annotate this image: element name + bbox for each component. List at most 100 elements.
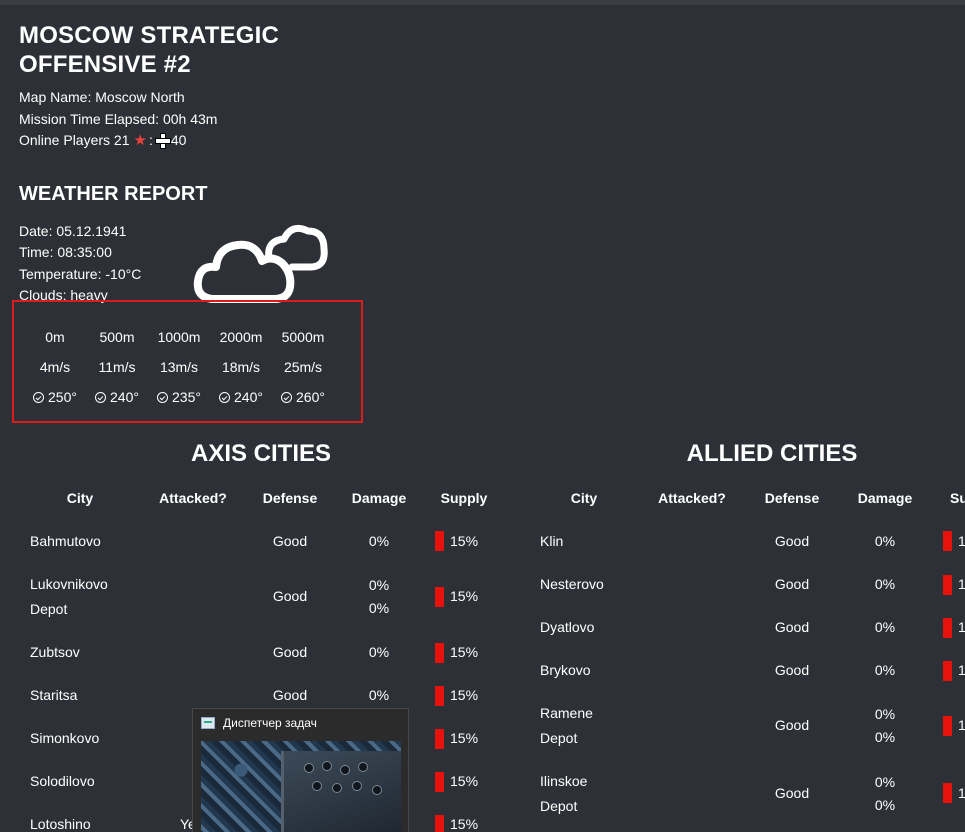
axis-defense: Good [272, 687, 308, 703]
axis-supply-bar [435, 643, 444, 663]
taskbar-preview-label: Диспетчер задач [223, 716, 317, 730]
weather-report-heading: WEATHER REPORT [19, 183, 208, 205]
allied-supply: 1 [958, 717, 965, 733]
axis-supply-bar [435, 815, 444, 832]
allied-col-damage: Damage [857, 490, 913, 506]
axis-col-damage: Damage [351, 490, 407, 506]
allied-col-supply: Su [950, 490, 965, 506]
allied-city-sub: Depot [540, 798, 578, 814]
allied-damage: 0% [874, 706, 896, 722]
wind-direction: 260° [272, 389, 334, 405]
allied-damage: 0% [874, 576, 896, 592]
wind-directions-row: 250° 240° 235° 240° 260° [24, 389, 344, 405]
allied-defense: Good [774, 662, 810, 678]
wind-direction: 240° [86, 389, 148, 405]
axis-col-city: City [66, 490, 94, 506]
allied-damage: 0% [874, 619, 896, 635]
wind-speed: 4m/s [39, 359, 71, 375]
wind-altitude: 500m [99, 329, 135, 345]
wind-altitude: 1000m [157, 329, 201, 345]
allied-city: Brykovo [540, 662, 591, 678]
allied-city: Ilinskoe [540, 773, 588, 789]
allied-city: Dyatlovo [540, 619, 595, 635]
online-players: Online Players 21 ★: 40 [19, 131, 186, 150]
axis-city: Bahmutovo [30, 533, 101, 549]
allied-city-sub: Depot [540, 730, 578, 746]
axis-supply: 15% [450, 687, 479, 703]
allied-city: Klin [540, 533, 564, 549]
wind-speed: 11m/s [98, 359, 136, 375]
allied-damage-depot: 0% [874, 729, 896, 745]
axis-supply: 15% [450, 644, 479, 660]
weather-time: Time: 08:35:00 [19, 244, 112, 260]
axis-damage: 0% [368, 533, 390, 549]
axis-defense: Good [272, 533, 308, 549]
red-star-icon: ★ [133, 132, 147, 149]
online-players-axis: 40 [170, 132, 187, 148]
allied-defense: Good [774, 576, 810, 592]
axis-defense: Good [272, 644, 308, 660]
wind-direction: 250° [24, 389, 86, 405]
axis-defense: Good [272, 588, 308, 604]
axis-supply: 15% [450, 773, 479, 789]
allied-cities-heading: ALLIED CITIES [686, 440, 858, 467]
allied-city: Ramene [540, 705, 593, 721]
allied-damage: 0% [874, 662, 896, 678]
allied-supply-bar [943, 531, 952, 551]
wind-altitudes-row: 0m 500m 1000m 2000m 5000m [24, 329, 344, 345]
wind-speed: 18m/s [221, 359, 261, 375]
taskbar-preview-title: Диспетчер задач [201, 716, 317, 730]
wind-table: 0m 500m 1000m 2000m 5000m 4m/s 11m/s 13m… [12, 300, 363, 423]
axis-supply: 15% [450, 533, 479, 549]
axis-damage: 0% [368, 577, 390, 593]
allied-col-city: City [570, 490, 598, 506]
allied-supply: 1 [958, 785, 965, 801]
wind-direction-icon [219, 392, 231, 403]
map-name: Map Name: Moscow North [19, 89, 185, 105]
wind-direction-icon [281, 392, 293, 403]
wind-direction-icon [157, 392, 169, 403]
taskbar-preview-thumbnail[interactable] [201, 741, 401, 832]
mission-title: MOSCOW STRATEGIC OFFENSIVE #2 [19, 22, 280, 78]
axis-supply-bar [435, 531, 444, 551]
task-manager-icon [201, 717, 215, 729]
allied-damage: 0% [874, 774, 896, 790]
wind-altitude: 2000m [219, 329, 263, 345]
mission-page: MOSCOW STRATEGIC OFFENSIVE #2 Map Name: … [0, 5, 965, 832]
allied-city: Nesterovo [540, 576, 604, 592]
allied-supply: 1 [958, 619, 965, 635]
axis-supply-bar [435, 686, 444, 706]
weather-date: Date: 05.12.1941 [19, 223, 127, 239]
axis-city: Lotoshino [30, 816, 91, 832]
allied-supply: 1 [958, 576, 965, 592]
allied-damage-depot: 0% [874, 797, 896, 813]
allied-col-attacked: Attacked? [658, 490, 726, 506]
axis-supply-bar [435, 772, 444, 792]
wind-speeds-row: 4m/s 11m/s 13m/s 18m/s 25m/s [24, 359, 344, 375]
axis-city: Zubtsov [30, 644, 80, 660]
online-players-separator: : [148, 132, 153, 148]
allied-supply-bar [943, 661, 952, 681]
allied-supply-bar [943, 783, 952, 803]
allied-defense: Good [774, 785, 810, 801]
allied-defense: Good [774, 619, 810, 635]
axis-supply: 15% [450, 588, 479, 604]
wind-direction-icon [33, 392, 45, 403]
axis-supply: 15% [450, 730, 479, 746]
taskbar-preview[interactable]: Диспетчер задач [192, 708, 409, 832]
allied-supply-bar [943, 716, 952, 736]
axis-col-defense: Defense [262, 490, 318, 506]
online-players-allied: Online Players 21 [19, 132, 130, 148]
wind-speed: 13m/s [159, 359, 199, 375]
axis-damage-depot: 0% [368, 600, 390, 616]
mission-time-elapsed: Mission Time Elapsed: 00h 43m [19, 111, 218, 127]
wind-direction: 235° [148, 389, 210, 405]
allied-supply: 1 [958, 662, 965, 678]
axis-supply-bar [435, 587, 444, 607]
wind-altitude: 5000m [281, 329, 325, 345]
axis-city: Staritsa [30, 687, 78, 703]
axis-city: Solodilovo [30, 773, 95, 789]
allied-defense: Good [774, 717, 810, 733]
axis-city: Simonkovo [30, 730, 100, 746]
allied-supply: 1 [958, 533, 965, 549]
